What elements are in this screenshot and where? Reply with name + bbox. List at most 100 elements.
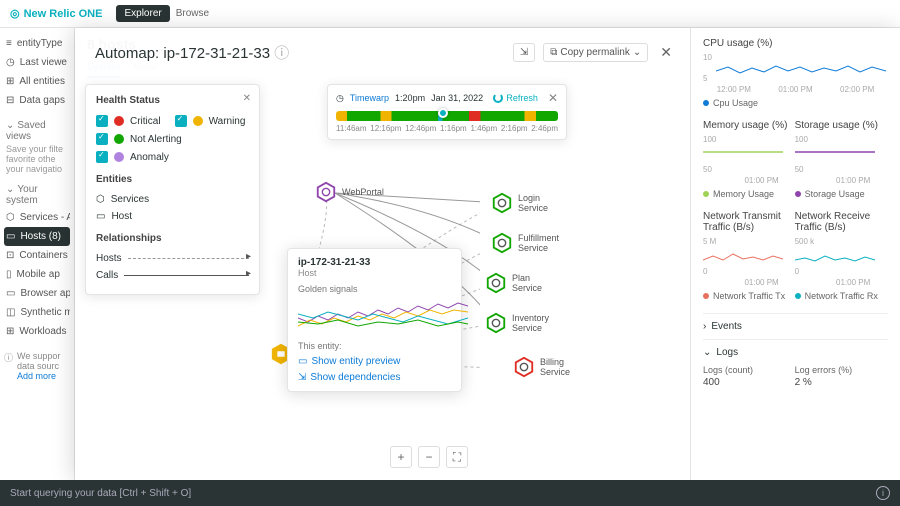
- saved-note: Save your filtefavorite otheyour navigat…: [4, 144, 70, 174]
- nav-last-viewed[interactable]: ◷Last viewe: [4, 53, 70, 72]
- top-bar: ◎ New Relic ONE Explorer Browse: [0, 0, 900, 28]
- timewarp-link[interactable]: Timewarp: [350, 93, 389, 103]
- support-note: ⓘ We suppordata sourcAdd more: [4, 351, 70, 381]
- add-more-link[interactable]: Add more: [17, 371, 56, 381]
- logs-section[interactable]: ⌄Logs: [703, 339, 888, 365]
- cpu-chart: CPU usage (%) 105 12:00 PM01:00 PM02:00 …: [703, 38, 888, 108]
- refresh-button[interactable]: Refresh: [493, 93, 538, 103]
- timewarp-ticks: 11:46am12:16pm12:46pm1:16pm1:46pm2:16pm2…: [336, 124, 558, 133]
- popover-title: ip-172-31-21-33: [298, 257, 451, 268]
- metrics-panel: CPU usage (%) 105 12:00 PM01:00 PM02:00 …: [690, 28, 900, 480]
- host-icon: ▭: [96, 211, 105, 222]
- node-fulfillment[interactable]: Fulfillment Service: [491, 232, 559, 254]
- nav-mobile[interactable]: ▯Mobile ap: [4, 265, 70, 284]
- filter-rel-calls: Calls: [96, 267, 249, 284]
- show-dependencies-link[interactable]: ⇲Show dependencies: [298, 372, 451, 383]
- automap-overlay: Automap: ip-172-31-21-33 ⓘ ⇲ ⧉ Copy perm…: [75, 28, 900, 480]
- timewarp-bar[interactable]: [336, 111, 558, 121]
- nav-synthetic[interactable]: ◫Synthetic m: [4, 303, 70, 322]
- golden-sparkline: [298, 298, 468, 332]
- zoom-in-button[interactable]: +: [390, 446, 412, 468]
- nav-containers[interactable]: ⊡Containers: [4, 246, 70, 265]
- copy-permalink-button[interactable]: ⧉ Copy permalink ⌄: [543, 43, 648, 62]
- entities-header: Entities: [96, 174, 249, 185]
- node-webportal[interactable]: WebPortal: [315, 181, 384, 203]
- filter-anomaly[interactable]: Anomaly: [96, 148, 249, 166]
- brand-logo[interactable]: ◎ New Relic ONE: [10, 7, 102, 20]
- clock-icon: ◷: [6, 57, 15, 68]
- share-button[interactable]: ⇲: [513, 43, 535, 62]
- map-controls: + − ⛶: [390, 446, 468, 468]
- nav-workloads[interactable]: ⊞Workloads: [4, 322, 70, 341]
- refresh-icon: [493, 93, 503, 103]
- container-icon: ⊡: [6, 250, 14, 261]
- node-plan[interactable]: Plan Service: [485, 272, 542, 294]
- golden-signals-label: Golden signals: [298, 284, 451, 294]
- browser-icon: ▭: [6, 288, 15, 299]
- events-section[interactable]: ›Events: [703, 313, 888, 339]
- nav-services[interactable]: ⬡Services - A: [4, 208, 70, 227]
- nav-hosts[interactable]: ▭Hosts (8): [4, 227, 70, 246]
- net-tx-chart: Network Transmit Traffic (B/s) 5 M 0 01:…: [703, 211, 792, 301]
- chevron-down-icon: ⌄: [703, 347, 711, 358]
- services-icon: ⬡: [96, 194, 105, 205]
- sparkline: [703, 246, 783, 264]
- your-systems-section[interactable]: Your system: [4, 182, 70, 208]
- clock-icon: ◷: [336, 93, 344, 104]
- show-entity-preview-link[interactable]: ▭Show entity preview: [298, 356, 451, 367]
- query-terminal[interactable]: Start querying your data [Ctrl + Shift +…: [0, 480, 900, 506]
- automap-canvas[interactable]: ✕ Health Status Critical Warning Not Ale…: [75, 78, 480, 480]
- explorer-tab[interactable]: Explorer: [116, 5, 169, 22]
- hex-icon: [315, 181, 337, 203]
- filter-host[interactable]: ▭Host: [96, 208, 249, 225]
- zoom-out-button[interactable]: −: [418, 446, 440, 468]
- sparkline: [716, 53, 886, 83]
- nav-all-entities[interactable]: ⊞All entities: [4, 72, 70, 91]
- window-icon: ▭: [298, 356, 307, 367]
- node-inventory[interactable]: Inventory Service: [485, 312, 549, 334]
- grid-icon: ⊞: [6, 76, 14, 87]
- entity-types-filter[interactable]: ≡entityType: [4, 34, 70, 53]
- memory-chart: Memory usage (%) 100 50 01:00 PM Memory …: [703, 120, 792, 199]
- close-button[interactable]: ✕: [656, 44, 676, 61]
- info-icon[interactable]: i: [876, 486, 890, 500]
- filter-not-alerting[interactable]: Not Alerting: [96, 130, 249, 148]
- relationships-header: Relationships: [96, 233, 249, 244]
- hex-icon: [513, 356, 535, 378]
- node-login[interactable]: Login Service: [491, 192, 548, 214]
- filter-panel: ✕ Health Status Critical Warning Not Ale…: [85, 84, 260, 295]
- chevron-down-icon: ⌄: [633, 47, 641, 58]
- browse-tab[interactable]: Browse: [176, 8, 209, 19]
- popover-subtitle: Host: [298, 268, 451, 278]
- sparkline: [795, 246, 875, 264]
- node-billing[interactable]: Billing Service: [513, 356, 570, 378]
- hex-icon: [491, 232, 513, 254]
- filter-icon: ≡: [6, 38, 12, 49]
- filter-critical[interactable]: Critical: [96, 112, 161, 130]
- info-icon[interactable]: ⓘ: [274, 45, 289, 62]
- nav-browser[interactable]: ▭Browser ap: [4, 284, 70, 303]
- tree-icon: ⇲: [298, 372, 306, 383]
- hex-icon: [485, 272, 507, 294]
- timewarp-time: 1:20pm: [395, 93, 425, 103]
- gap-icon: ⊟: [6, 95, 14, 106]
- hex-icon: [485, 312, 507, 334]
- nav-data-gaps[interactable]: ⊟Data gaps: [4, 91, 70, 110]
- filter-services[interactable]: ⬡Services: [96, 191, 249, 208]
- synthetic-icon: ◫: [6, 307, 15, 318]
- log-errors-stat: Log errors (%) 2 %: [795, 365, 884, 388]
- mobile-icon: ▯: [6, 269, 12, 280]
- fit-button[interactable]: ⛶: [446, 446, 468, 468]
- close-icon[interactable]: ✕: [548, 91, 558, 105]
- saved-views-section[interactable]: Saved views: [4, 118, 70, 144]
- logs-count-stat: Logs (count) 400: [703, 365, 792, 388]
- net-rx-chart: Network Receive Traffic (B/s) 500 k 0 01…: [795, 211, 884, 301]
- hex-icon: [491, 192, 513, 214]
- filter-warning[interactable]: Warning: [175, 112, 246, 130]
- close-icon[interactable]: ✕: [243, 93, 251, 104]
- timewarp-cursor[interactable]: [438, 108, 448, 118]
- host-icon: ▭: [6, 231, 15, 242]
- overlay-title: Automap: ip-172-31-21-33 ⓘ: [95, 42, 289, 63]
- left-nav: ≡entityType ◷Last viewe ⊞All entities ⊟D…: [0, 28, 75, 480]
- chevron-right-icon: ›: [703, 321, 706, 332]
